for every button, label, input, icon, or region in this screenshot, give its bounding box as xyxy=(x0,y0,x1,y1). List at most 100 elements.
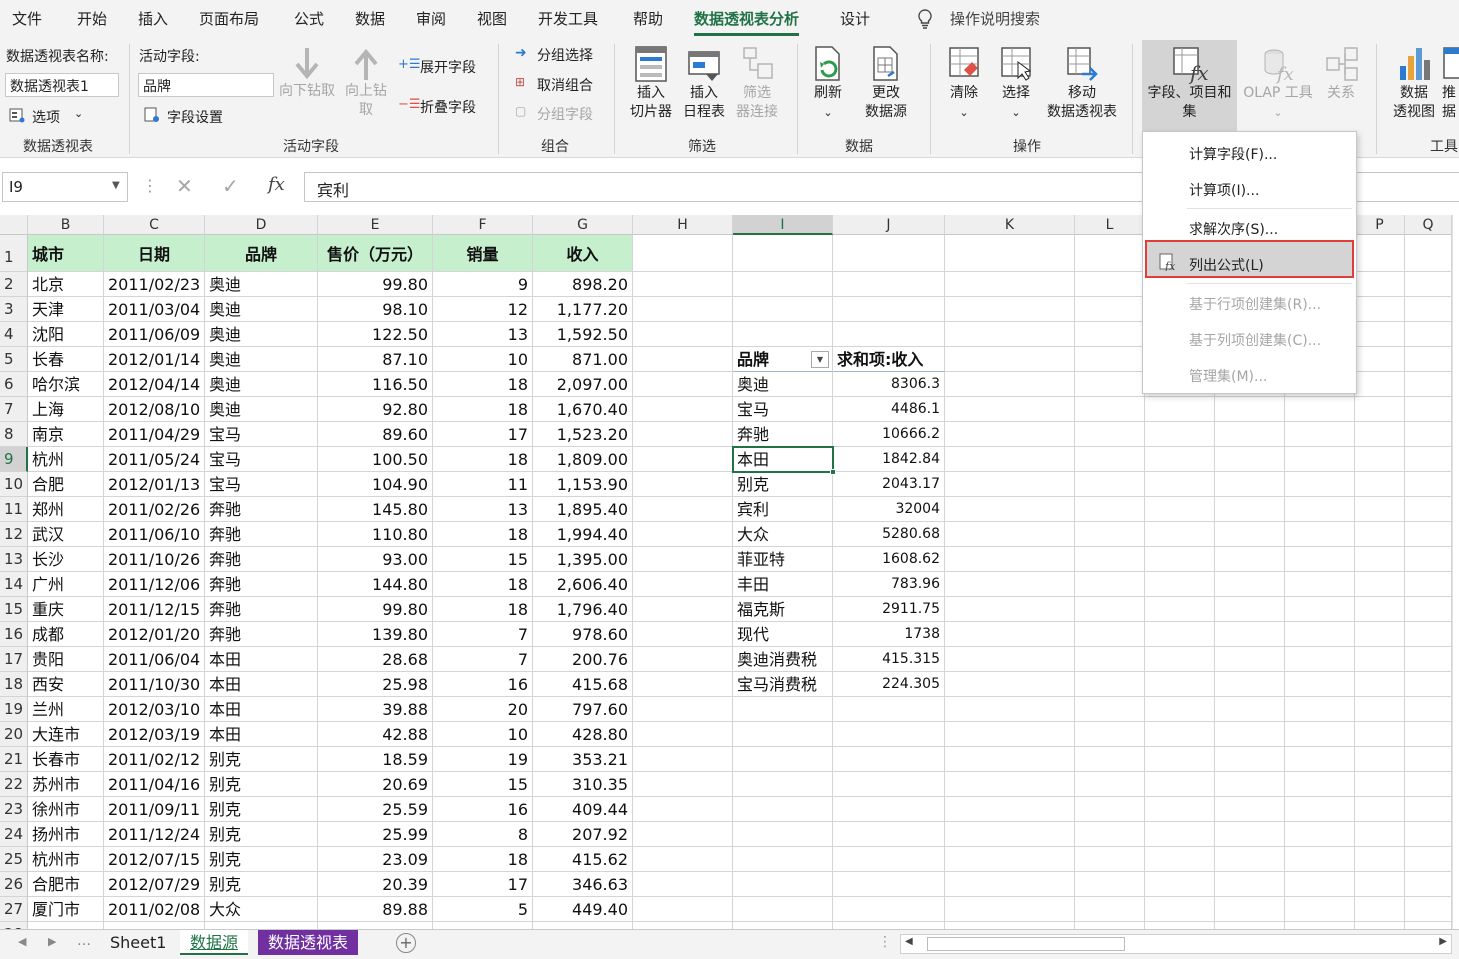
more-tabs-icon[interactable]: … xyxy=(77,933,91,949)
data-cell[interactable]: 奥迪 xyxy=(205,347,318,372)
grid-cell[interactable] xyxy=(1405,897,1452,922)
data-cell[interactable]: 18 xyxy=(433,372,533,397)
grid-cell[interactable] xyxy=(1215,847,1285,872)
data-cell[interactable]: 20 xyxy=(433,697,533,722)
grid-cell[interactable] xyxy=(733,297,833,322)
column-header[interactable]: B xyxy=(28,215,104,235)
tab-design[interactable]: 设计 xyxy=(840,8,870,29)
grid-cell[interactable] xyxy=(1145,572,1215,597)
grid-cell[interactable] xyxy=(945,272,1075,297)
column-header[interactable]: K xyxy=(945,215,1075,235)
grid-cell[interactable] xyxy=(633,697,733,722)
grid-cell[interactable] xyxy=(1405,647,1452,672)
grid-cell[interactable] xyxy=(945,422,1075,447)
grid-cell[interactable] xyxy=(833,272,945,297)
data-cell[interactable]: 杭州市 xyxy=(28,847,104,872)
data-cell[interactable]: 39.88 xyxy=(318,697,433,722)
data-cell[interactable]: 别克 xyxy=(205,822,318,847)
scroll-tabs-left-icon[interactable]: ◀ xyxy=(18,935,26,948)
data-cell[interactable]: 99.80 xyxy=(318,597,433,622)
grid-cell[interactable] xyxy=(1285,647,1355,672)
data-cell[interactable]: 宝马 xyxy=(205,472,318,497)
grid-cell[interactable] xyxy=(1355,672,1405,697)
grid-cell[interactable] xyxy=(1405,322,1452,347)
grid-cell[interactable] xyxy=(1215,522,1285,547)
grid-cell[interactable] xyxy=(833,722,945,747)
grid-cell[interactable] xyxy=(1145,772,1215,797)
tab-insert[interactable]: 插入 xyxy=(138,8,168,29)
table-header[interactable]: 日期 xyxy=(104,235,205,272)
grid-cell[interactable] xyxy=(1355,922,1405,929)
grid-cell[interactable] xyxy=(1285,922,1355,929)
grid-cell[interactable] xyxy=(945,797,1075,822)
grid-cell[interactable] xyxy=(1285,472,1355,497)
move-pivot-button[interactable]: 移动 数据透视表 xyxy=(1042,44,1122,122)
grid-cell[interactable] xyxy=(733,235,833,272)
grid-cell[interactable] xyxy=(633,597,733,622)
grid-cell[interactable] xyxy=(1075,822,1145,847)
grid-cell[interactable] xyxy=(1285,522,1355,547)
grid-cell[interactable] xyxy=(1145,497,1215,522)
data-cell[interactable]: 哈尔滨 xyxy=(28,372,104,397)
grid-cell[interactable] xyxy=(945,372,1075,397)
pivot-row-label[interactable]: 现代 xyxy=(733,622,833,647)
data-cell[interactable]: 2011/06/04 xyxy=(104,647,205,672)
pivot-row-label[interactable]: 大众 xyxy=(733,522,833,547)
grid-cell[interactable] xyxy=(28,922,104,929)
row-header[interactable]: 15 xyxy=(0,597,28,622)
grid-cell[interactable] xyxy=(1355,422,1405,447)
grid-cell[interactable] xyxy=(945,235,1075,272)
grid-cell[interactable] xyxy=(1075,272,1145,297)
data-cell[interactable]: 大连市 xyxy=(28,722,104,747)
grid-cell[interactable] xyxy=(1075,447,1145,472)
tab-file[interactable]: 文件 xyxy=(12,8,42,29)
data-cell[interactable]: 别克 xyxy=(205,772,318,797)
data-cell[interactable]: 2011/06/09 xyxy=(104,322,205,347)
data-cell[interactable]: 7 xyxy=(433,622,533,647)
data-cell[interactable]: 别克 xyxy=(205,797,318,822)
pivot-row-label[interactable]: 菲亚特 xyxy=(733,547,833,572)
data-cell[interactable]: 310.35 xyxy=(533,772,633,797)
grid-cell[interactable] xyxy=(833,297,945,322)
grid-cell[interactable] xyxy=(1405,922,1452,929)
pivot-row-value[interactable]: 1842.84 xyxy=(833,447,945,472)
data-cell[interactable]: 武汉 xyxy=(28,522,104,547)
grid-cell[interactable] xyxy=(1145,897,1215,922)
grid-cell[interactable] xyxy=(1405,672,1452,697)
grid-cell[interactable] xyxy=(1075,572,1145,597)
grid-cell[interactable] xyxy=(633,922,733,929)
grid-cell[interactable] xyxy=(733,822,833,847)
pivot-row-label[interactable]: 宝马消费税 xyxy=(733,672,833,697)
select-button[interactable]: 选择 ⌄ xyxy=(993,44,1039,122)
pivot-row-label[interactable]: 本田 xyxy=(733,447,833,472)
table-header[interactable]: 销量 xyxy=(433,235,533,272)
grid-cell[interactable] xyxy=(1215,722,1285,747)
grid-cell[interactable] xyxy=(945,597,1075,622)
column-header[interactable]: E xyxy=(318,215,433,235)
data-cell[interactable]: 2012/01/20 xyxy=(104,622,205,647)
data-cell[interactable]: 145.80 xyxy=(318,497,433,522)
fields-items-sets-button[interactable]: fx 字段、项目和 集 xyxy=(1142,40,1237,132)
refresh-button[interactable]: 刷新 ⌄ xyxy=(808,44,848,122)
expand-field-button[interactable]: 展开字段 xyxy=(420,57,476,77)
grid-cell[interactable] xyxy=(633,272,733,297)
grid-cell[interactable] xyxy=(633,397,733,422)
data-cell[interactable]: 奔驰 xyxy=(205,522,318,547)
grid-cell[interactable] xyxy=(633,297,733,322)
grid-cell[interactable] xyxy=(733,922,833,929)
scroll-right-icon[interactable]: ▶ xyxy=(1439,936,1447,947)
grid-cell[interactable] xyxy=(633,347,733,372)
menu-create-set-columns[interactable]: 基于列项创建集(C)... xyxy=(1189,330,1321,350)
column-header[interactable]: L xyxy=(1075,215,1145,235)
data-cell[interactable]: 18 xyxy=(433,572,533,597)
column-header[interactable]: D xyxy=(205,215,318,235)
pivot-chart-button[interactable]: 数据 透视图 xyxy=(1386,44,1442,122)
grid-cell[interactable] xyxy=(1145,447,1215,472)
grid-cell[interactable] xyxy=(1075,397,1145,422)
tab-help[interactable]: 帮助 xyxy=(633,8,663,29)
grid-cell[interactable] xyxy=(1285,547,1355,572)
grid-cell[interactable] xyxy=(1405,497,1452,522)
grid-cell[interactable] xyxy=(733,897,833,922)
data-cell[interactable]: 1,523.20 xyxy=(533,422,633,447)
grid-cell[interactable] xyxy=(1075,547,1145,572)
